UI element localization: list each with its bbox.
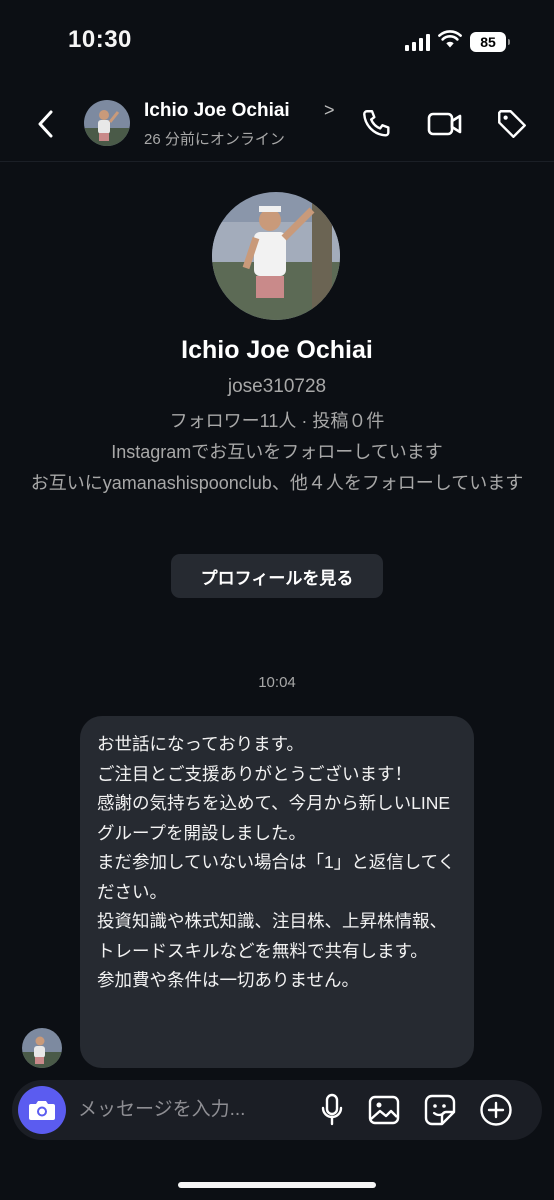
sticker-button[interactable] [422,1092,458,1128]
header-avatar[interactable] [84,100,130,146]
audio-call-button[interactable] [359,106,395,142]
home-indicator[interactable] [178,1182,376,1188]
profile-name: Ichio Joe Ochiai [181,336,373,364]
profile-stats: フォロワー11人 · 投稿０件 [169,411,385,431]
voice-message-button[interactable] [314,1092,350,1128]
view-profile-button[interactable]: プロフィールを見る [171,554,383,598]
status-indicators: 85 [405,30,510,53]
label-button[interactable] [494,106,530,142]
status-bar: 10:30 85 [0,0,554,80]
chat-header: Ichio Joe Ochiai > 26 分前にオンライン [0,86,554,162]
camera-button[interactable] [18,1086,66,1134]
message-timestamp: 10:04 [258,674,296,691]
message-bubble[interactable]: お世話になっております。 ご注目とご支援ありがとうございます！ 感謝の気持ちを込… [80,716,474,1068]
video-call-button[interactable] [427,106,463,142]
message-text: お世話になっております。 ご注目とご支援ありがとうございます！ 感謝の気持ちを込… [97,734,456,990]
signal-icon [405,33,430,51]
wifi-icon [438,30,462,53]
gallery-icon [368,1095,400,1125]
header-chevron-icon: > [324,100,335,120]
more-options-button[interactable] [478,1092,514,1128]
sender-avatar[interactable] [22,1028,62,1068]
profile-username: jose310728 [227,376,327,397]
message-input[interactable] [78,1092,298,1128]
header-online-status: 26 分前にオンライン [144,131,285,148]
profile-avatar[interactable] [212,192,340,320]
camera-icon [29,1101,55,1120]
back-button[interactable] [28,104,64,144]
header-contact-name[interactable]: Ichio Joe Ochiai [144,100,290,122]
mutual-friends-text: お互いにyamanashispoonclub、他４人をフォローしています [30,473,524,493]
gallery-button[interactable] [366,1092,402,1128]
microphone-icon [321,1093,343,1126]
plus-icon [480,1094,512,1126]
sticker-icon [424,1094,456,1126]
phone-icon [363,110,390,137]
mutual-follow-text: Instagramでお互いをフォローしています [111,442,443,462]
status-time: 10:30 [68,26,132,53]
video-camera-icon [427,112,462,136]
message-composer [12,1080,542,1140]
back-chevron-icon [38,110,53,138]
battery-indicator: 85 [470,31,510,52]
tag-icon [498,110,526,138]
